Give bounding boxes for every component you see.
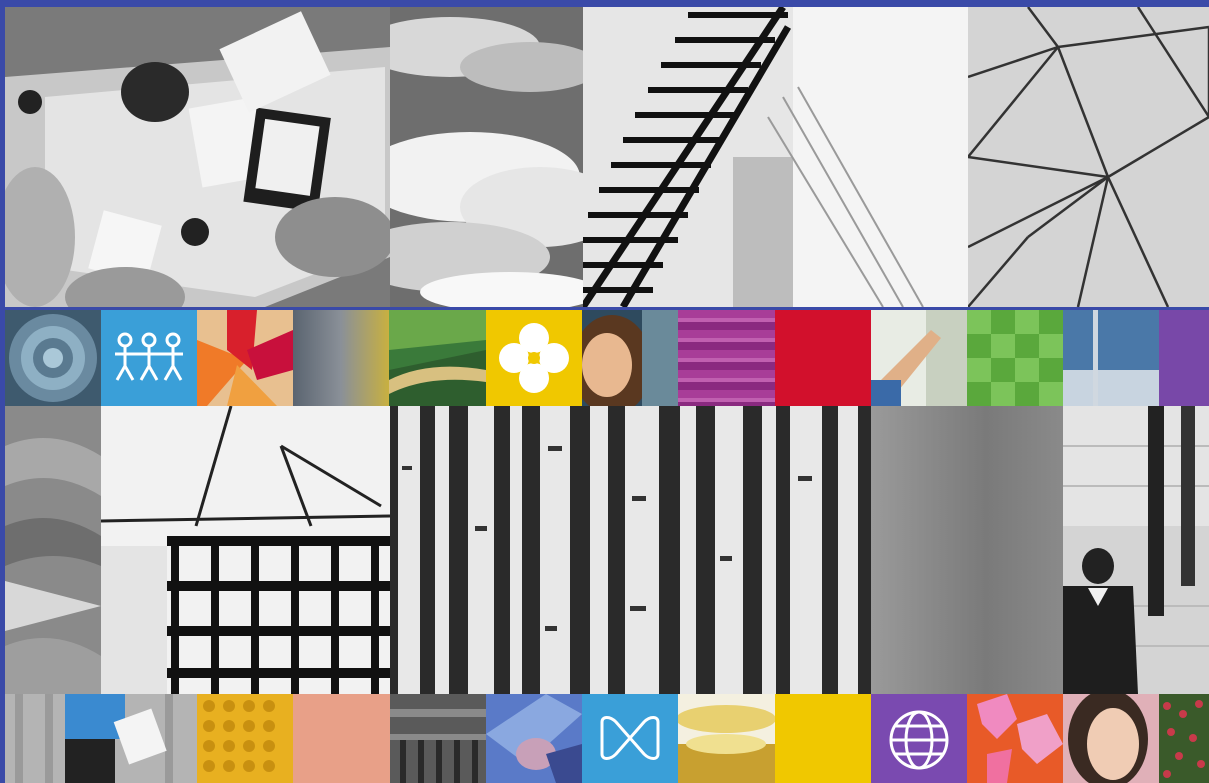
machinery-tile [390,694,486,783]
people-icon-tile [101,310,197,406]
woman-portrait-tile [1063,694,1159,783]
flowers-field-tile [1159,694,1209,783]
world-map-tile [967,694,1063,783]
globe-icon [889,710,949,770]
gray-gradient-tile [293,310,389,406]
flower-icon [499,323,569,393]
yellow-dots-tile [197,694,293,783]
magenta-stripes-tile [678,310,775,406]
globe-icon-tile [871,694,967,783]
businessman-stairs-tile [1063,406,1209,694]
landscape-tile [389,310,486,406]
red-square-tile [775,310,871,406]
red-abstract-tile [197,310,293,406]
person-with-paper-tile [5,694,197,783]
photo-mosaic [0,0,1209,783]
people-icon [115,332,183,381]
birch-forest-tile [390,406,871,694]
flower-icon-tile [486,310,582,406]
glass-building-tile [1063,310,1159,406]
construction-cranes-tile [101,406,390,694]
succulent-photo-tile [5,310,101,406]
gray-gradient-block-tile [871,406,1063,694]
clouds-photo-tile [390,7,583,307]
geodesic-structure-photo-tile [968,7,1209,307]
staircase-photo-tile [583,7,968,307]
gold-object-tile [678,694,775,783]
green-grid-tile [967,310,1063,406]
meeting-table-photo-tile [5,7,390,307]
salmon-square-tile [293,694,390,783]
reaching-arm-tile [871,310,967,406]
smiling-woman-tile [582,310,678,406]
infinity-icon [600,716,660,760]
purple-square-tile [1159,310,1209,406]
infinity-icon-tile [582,694,678,783]
handshake-tile [486,694,582,783]
yellow-square-tile [775,694,871,783]
fabric-texture-tile [5,406,101,694]
